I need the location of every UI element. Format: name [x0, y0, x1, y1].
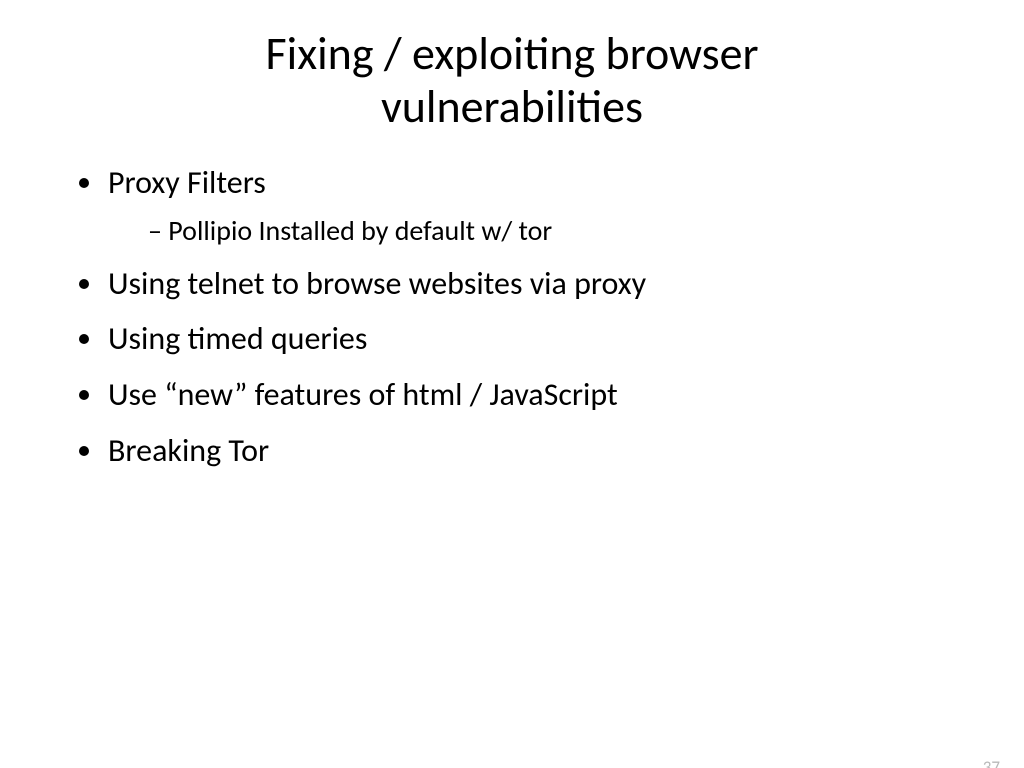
bullet-text: Using telnet to browse websites via prox… — [108, 264, 646, 303]
bullet-text: Proxy Filters — [108, 163, 266, 202]
bullet-item: Use “new” features of html / JavaScript — [106, 370, 964, 420]
slide: Fixing / exploiting browser vulnerabilit… — [0, 28, 1024, 768]
sub-bullet-text: Pollipio Installed by default w/ tor — [168, 213, 552, 248]
bullet-text: Use “new” features of html / JavaScript — [108, 375, 618, 414]
bullet-text: Breaking Tor — [108, 431, 269, 470]
bullet-item: Breaking Tor — [106, 426, 964, 476]
page-number: 37 — [983, 757, 1000, 768]
bullet-item: Using telnet to browse websites via prox… — [106, 259, 964, 309]
slide-body: Proxy Filters Pollipio Installed by defa… — [68, 158, 964, 475]
bullet-text: Using timed queries — [108, 319, 367, 358]
title-line-1: Fixing / exploiting browser — [266, 26, 759, 82]
sub-bullet-list: Pollipio Installed by default w/ tor — [108, 209, 964, 252]
bullet-list: Proxy Filters Pollipio Installed by defa… — [68, 158, 964, 475]
bullet-item: Using timed queries — [106, 314, 964, 364]
slide-title: Fixing / exploiting browser vulnerabilit… — [0, 28, 1024, 134]
title-line-2: vulnerabilities — [381, 79, 643, 135]
sub-bullet-item: Pollipio Installed by default w/ tor — [148, 209, 964, 252]
bullet-item: Proxy Filters Pollipio Installed by defa… — [106, 158, 964, 253]
